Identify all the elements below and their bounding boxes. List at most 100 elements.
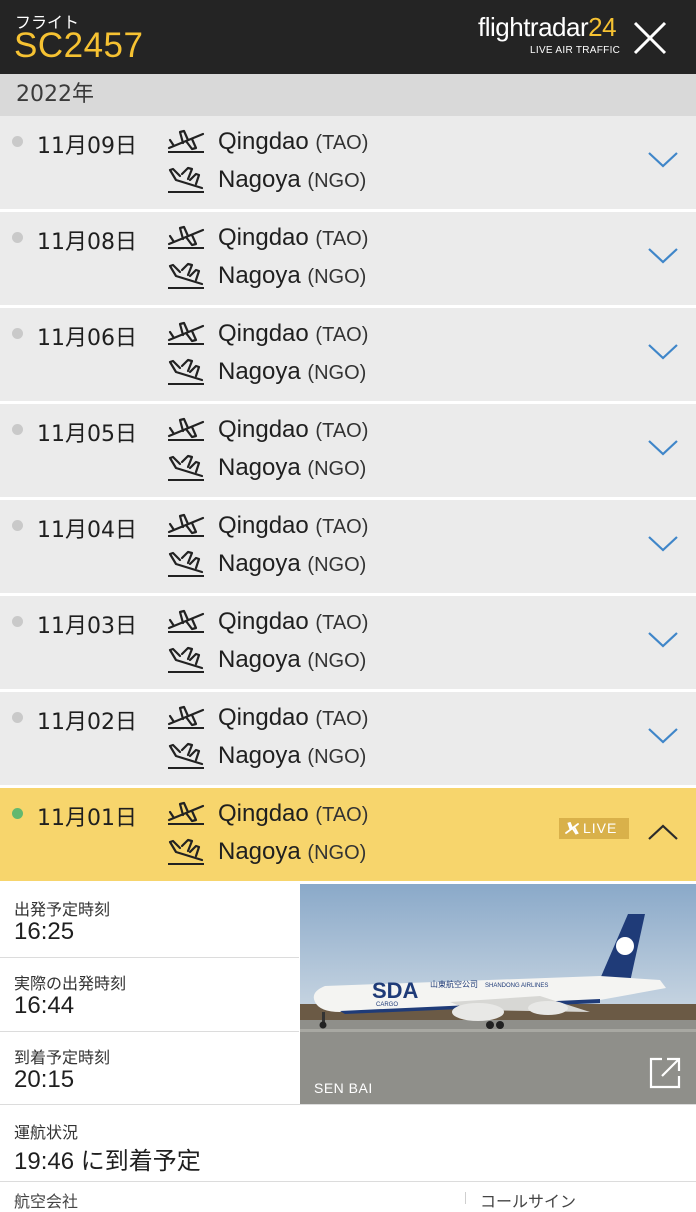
origin-city: Qingdao <box>218 704 309 731</box>
landing-icon <box>166 166 206 194</box>
origin-city: Qingdao <box>218 416 309 443</box>
destination-code: (NGO) <box>307 746 367 768</box>
plane-icon <box>565 822 579 835</box>
photo-credit: SEN BAI <box>314 1080 373 1096</box>
live-label: LIVE <box>583 820 618 836</box>
destination-code: (NGO) <box>307 362 367 384</box>
origin-code: (TAO) <box>315 708 369 730</box>
origin: Qingdao (TAO) <box>218 800 368 828</box>
scheduled-arrival-label: 到着予定時刻 <box>14 1048 111 1067</box>
livery-chinese-text: 山東航空公司 <box>430 979 478 989</box>
status-dot <box>12 424 23 435</box>
flight-row[interactable]: 11月09日 Qingdao (TAO) Nagoya (NGO) <box>0 116 696 212</box>
destination-city: Nagoya <box>218 358 301 385</box>
scheduled-departure-value: 16:25 <box>14 918 75 945</box>
takeoff-icon <box>166 224 206 250</box>
status-label: 運航状況 <box>14 1123 79 1142</box>
destination: Nagoya (NGO) <box>218 550 366 578</box>
logo-number: 24 <box>588 12 617 42</box>
landing-icon <box>166 838 206 866</box>
chevron-down-icon[interactable] <box>647 630 679 650</box>
flightradar24-logo[interactable]: flightradar24 LIVE AIR TRAFFIC <box>478 12 628 60</box>
aircraft-photo-image: SDA CARGO 山東航空公司 SHANDONG AIRLINES <box>300 884 696 1104</box>
origin: Qingdao (TAO) <box>218 704 368 732</box>
destination-code: (NGO) <box>307 554 367 576</box>
landing-icon <box>166 646 206 674</box>
flight-date: 11月04日 <box>37 518 137 543</box>
destination: Nagoya (NGO) <box>218 838 366 866</box>
actual-departure: 実際の出発時刻 16:44 <box>0 958 299 1032</box>
chevron-down-icon[interactable] <box>647 246 679 266</box>
status-dot <box>12 616 23 627</box>
chevron-down-icon[interactable] <box>647 342 679 362</box>
callsign-label: コールサイン <box>480 1192 577 1211</box>
takeoff-icon <box>166 128 206 154</box>
origin-city: Qingdao <box>218 512 309 539</box>
chevron-down-icon[interactable] <box>647 726 679 746</box>
livery-cargo-text: CARGO <box>376 1002 398 1008</box>
flight-row[interactable]: 11月03日 Qingdao (TAO) Nagoya (NGO) <box>0 596 696 692</box>
actual-departure-label: 実際の出発時刻 <box>14 974 127 993</box>
scheduled-departure: 出発予定時刻 16:25 <box>0 884 299 958</box>
chevron-down-icon[interactable] <box>647 438 679 458</box>
origin-code: (TAO) <box>315 612 369 634</box>
logo-wordmark: flightradar24 <box>478 12 617 43</box>
bottom-divider <box>465 1192 466 1204</box>
origin: Qingdao (TAO) <box>218 224 368 252</box>
flight-date: 11月05日 <box>37 422 137 447</box>
flight-row[interactable]: 11月02日 Qingdao (TAO) Nagoya (NGO) <box>0 692 696 788</box>
flight-row[interactable]: 11月08日 Qingdao (TAO) Nagoya (NGO) <box>0 212 696 308</box>
destination-code: (NGO) <box>307 650 367 672</box>
status-dot <box>12 520 23 531</box>
aircraft-photo[interactable]: SDA CARGO 山東航空公司 SHANDONG AIRLINES SEN B… <box>300 884 696 1104</box>
scheduled-arrival: 到着予定時刻 20:15 <box>0 1032 299 1105</box>
logo-tagline: LIVE AIR TRAFFIC <box>530 45 621 56</box>
flight-row[interactable]: 11月01日 Qingdao (TAO) Nagoya (NGO) LIVE <box>0 788 696 884</box>
flight-list: 11月09日 Qingdao (TAO) Nagoya (NGO) 11月08日 Qin… <box>0 116 696 884</box>
chevron-up-icon[interactable] <box>647 822 679 842</box>
destination-code: (NGO) <box>307 458 367 480</box>
takeoff-icon <box>166 320 206 346</box>
landing-icon <box>166 358 206 386</box>
flight-date: 11月02日 <box>37 710 137 735</box>
destination-city: Nagoya <box>218 742 301 769</box>
destination-code: (NGO) <box>307 266 367 288</box>
takeoff-icon <box>166 608 206 634</box>
close-icon <box>633 21 667 55</box>
destination-city: Nagoya <box>218 550 301 577</box>
close-button[interactable] <box>630 18 670 58</box>
landing-icon <box>166 454 206 482</box>
logo-text: flightradar <box>478 12 589 42</box>
destination: Nagoya (NGO) <box>218 262 366 290</box>
livery-airline-name: SHANDONG AIRLINES <box>485 983 548 989</box>
app-header: フライト SC2457 flightradar24 LIVE AIR TRAFF… <box>0 0 696 74</box>
destination: Nagoya (NGO) <box>218 358 366 386</box>
open-photo-button[interactable] <box>648 1056 682 1090</box>
takeoff-icon <box>166 800 206 826</box>
origin-code: (TAO) <box>315 132 369 154</box>
destination: Nagoya (NGO) <box>218 166 366 194</box>
flight-row[interactable]: 11月06日 Qingdao (TAO) Nagoya (NGO) <box>0 308 696 404</box>
chevron-down-icon[interactable] <box>647 534 679 554</box>
destination: Nagoya (NGO) <box>218 646 366 674</box>
origin: Qingdao (TAO) <box>218 320 368 348</box>
status-dot <box>12 808 23 819</box>
destination-city: Nagoya <box>218 646 301 673</box>
flight-row[interactable]: 11月04日 Qingdao (TAO) Nagoya (NGO) <box>0 500 696 596</box>
flight-details: 出発予定時刻 16:25 実際の出発時刻 16:44 到着予定時刻 20:15 <box>0 884 696 1104</box>
origin-code: (TAO) <box>315 516 369 538</box>
chevron-down-icon[interactable] <box>647 150 679 170</box>
destination-city: Nagoya <box>218 838 301 865</box>
status-value: 19:46 に到着予定 <box>14 1148 201 1175</box>
status-dot <box>12 136 23 147</box>
livery-sda-text: SDA <box>372 978 419 1003</box>
origin-code: (TAO) <box>315 324 369 346</box>
landing-icon <box>166 262 206 290</box>
status-dot <box>12 712 23 723</box>
flight-date: 11月06日 <box>37 326 137 351</box>
destination-city: Nagoya <box>218 262 301 289</box>
landing-icon <box>166 742 206 770</box>
scheduled-arrival-value: 20:15 <box>14 1066 75 1093</box>
flight-row[interactable]: 11月05日 Qingdao (TAO) Nagoya (NGO) <box>0 404 696 500</box>
flight-number: SC2457 <box>14 26 144 65</box>
